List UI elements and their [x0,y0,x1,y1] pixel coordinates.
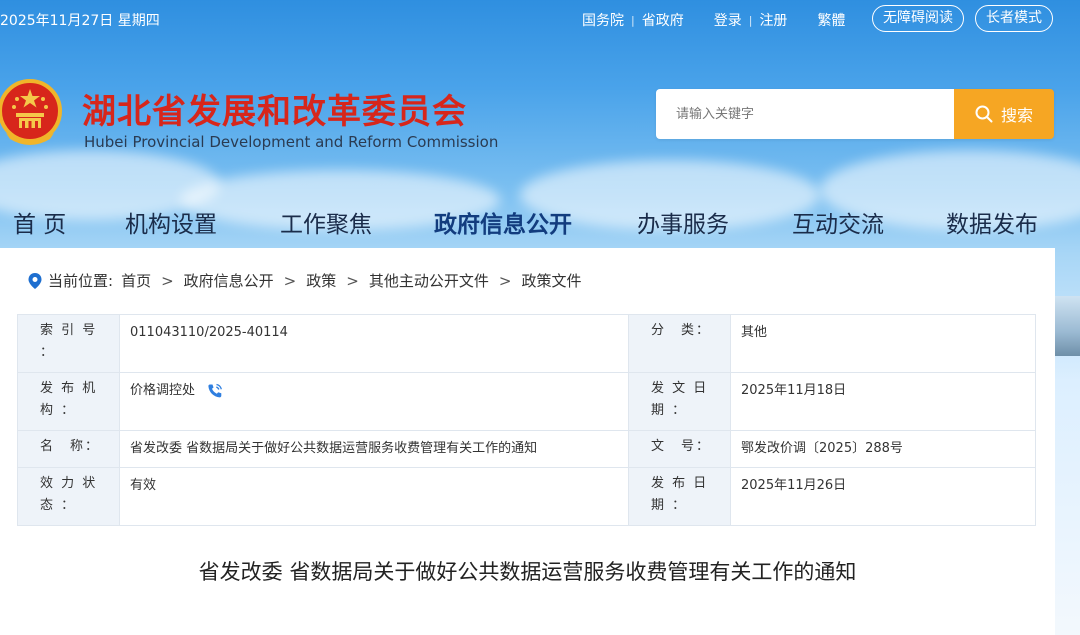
category-value: 其他 [730,314,1036,373]
breadcrumb-policy[interactable]: 政策 [306,270,336,291]
separator: | [631,13,635,27]
breadcrumb-label: 当前位置: [48,272,114,290]
breadcrumb-policy-files[interactable]: 政策文件 [521,270,581,291]
nav-home[interactable]: 首 页 [13,205,66,239]
site-subtitle: Hubei Provincial Development and Reform … [84,133,499,151]
publish-date-value: 2025年11月26日 [730,467,1036,526]
search-button-label: 搜索 [1000,106,1033,125]
nav-gov-info-disclosure[interactable]: 政府信息公开 [434,205,572,239]
breadcrumb-other-files[interactable]: 其他主动公开文件 [369,270,489,291]
document-metadata-table: 索 引 号 ： 011043110/2025-40114 分 类： 其他 发 布… [17,314,1036,526]
breadcrumb: 当前位置: 首页 > 政府信息公开 > 政策 > 其他主动公开文件 > 政策文件 [28,270,581,291]
publish-date-label: 发 布 日 期 ： [628,467,731,526]
publisher-value: 价格调控处 [130,383,196,398]
table-row: 名 称： 省发改委 省数据局关于做好公共数据运营服务收费管理有关工作的通知 文 … [17,430,1036,468]
login-link[interactable]: 登录 [714,10,742,30]
location-pin-icon [28,272,42,289]
nav-interaction[interactable]: 互动交流 [792,205,884,239]
table-row: 索 引 号 ： 011043110/2025-40114 分 类： 其他 [17,314,1036,373]
site-title: 湖北省发展和改革委员会 [82,92,467,132]
table-row: 发 布 机 构 ： 价格调控处 发 文 日 期 ： 2025年11月18日 [17,372,1036,431]
publisher-label: 发 布 机 构 ： [17,372,120,431]
top-links: 国务院 | 省政府 登录 | 注册 繁體 [582,10,845,30]
breadcrumb-separator: > [346,271,359,290]
search-box: 搜索 [656,89,1054,139]
table-row: 效 力 状 态 ： 有效 发 布 日 期 ： 2025年11月26日 [17,467,1036,526]
nav-data-release[interactable]: 数据发布 [946,205,1038,239]
side-scenery-image [1055,296,1080,356]
link-state-council[interactable]: 国务院 [582,10,624,30]
breadcrumb-gov-info[interactable]: 政府信息公开 [184,270,274,291]
phone-icon[interactable] [207,383,223,399]
elder-mode-button[interactable]: 长者模式 [975,5,1053,32]
document-title: 省发改委 省数据局关于做好公共数据运营服务收费管理有关工作的通知 [198,560,857,584]
traditional-chinese-link[interactable]: 繁體 [817,10,845,30]
breadcrumb-home[interactable]: 首页 [121,270,151,291]
breadcrumb-separator: > [498,271,512,290]
national-emblem-icon [0,79,62,145]
search-input[interactable] [656,89,954,139]
nav-services[interactable]: 办事服务 [637,205,729,239]
name-label: 名 称： [17,430,120,468]
category-label: 分 类： [628,314,731,373]
search-button[interactable]: 搜索 [954,89,1054,139]
content-panel: 当前位置: 首页 > 政府信息公开 > 政策 > 其他主动公开文件 > 政策文件… [0,248,1055,635]
search-icon [975,105,993,123]
current-date: 2025年11月27日 星期四 [0,13,160,29]
issue-date-label: 发 文 日 期 ： [628,372,731,431]
nav-work-focus[interactable]: 工作聚焦 [280,205,372,239]
name-value: 省发改委 省数据局关于做好公共数据运营服务收费管理有关工作的通知 [119,430,629,468]
doc-number-label: 文 号： [628,430,731,468]
accessibility-button[interactable]: 无障碍阅读 [872,5,964,32]
register-link[interactable]: 注册 [759,10,787,30]
doc-number-value: 鄂发改价调〔2025〕288号 [730,430,1036,468]
link-provincial-gov[interactable]: 省政府 [642,10,684,30]
status-value: 有效 [119,467,629,526]
breadcrumb-separator: > [283,271,297,290]
nav-organization[interactable]: 机构设置 [125,205,217,239]
issue-date-value: 2025年11月18日 [730,372,1036,431]
separator: | [748,13,753,27]
top-bar: 2025年11月27日 星期四 国务院 | 省政府 登录 | 注册 繁體 无障碍… [0,0,1080,38]
breadcrumb-separator: > [161,271,174,290]
main-nav: 首 页 机构设置 工作聚焦 政府信息公开 办事服务 互动交流 数据发布 [0,193,1080,245]
publisher-cell: 价格调控处 [119,372,629,431]
status-label: 效 力 状 态 ： [17,467,120,526]
index-label: 索 引 号 ： [17,314,120,373]
index-value: 011043110/2025-40114 [119,314,629,373]
